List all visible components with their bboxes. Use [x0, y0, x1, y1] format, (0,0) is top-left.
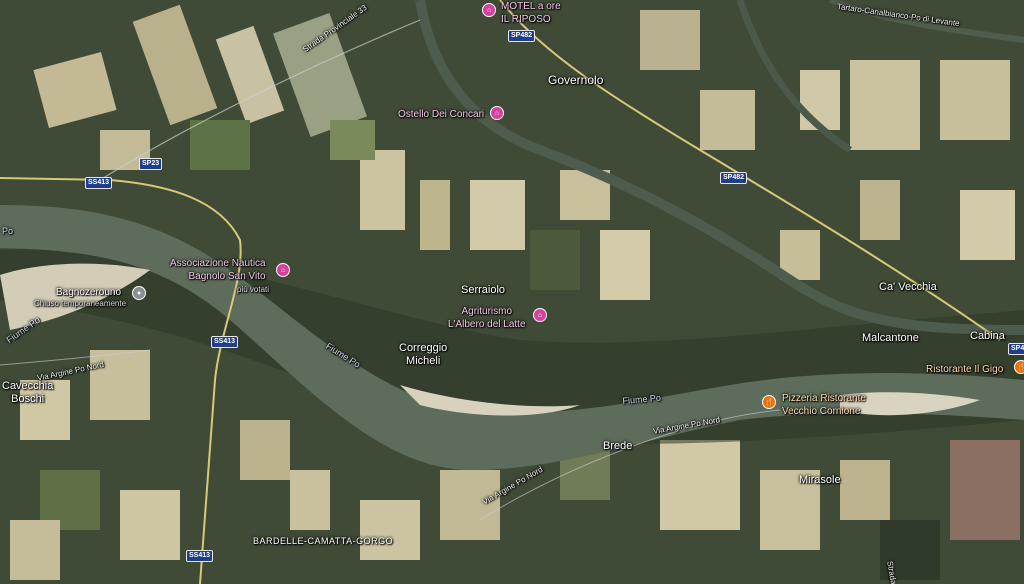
poi-sublabel-bagnozerouno: Chiuso temporaneamente: [34, 299, 127, 308]
place-label-mirasole[interactable]: Mirasole: [799, 474, 841, 487]
place-label-correggio-micheli[interactable]: Correggio Micheli: [399, 342, 447, 368]
road-shield-sp482: SP482: [720, 172, 748, 184]
poi-label-associazione[interactable]: Associazione Nautica Bagnolo San Vito: [170, 257, 266, 283]
place-label-cabina[interactable]: Cabina: [970, 330, 1005, 343]
restaurant-pin-icon[interactable]: 🍴: [1014, 360, 1024, 374]
place-label-malcantone[interactable]: Malcantone: [862, 332, 919, 345]
hotel-pin-icon[interactable]: ⌂: [482, 3, 496, 17]
road-shield-sp23: SP23: [139, 158, 163, 170]
road-shield-ss413: SS413: [211, 336, 239, 348]
road-shield-ss413: SS413: [186, 550, 214, 562]
place-pin-icon[interactable]: ●: [132, 286, 146, 300]
poi-label-motel[interactable]: MOTEL a ore IL RIPOSO: [501, 0, 561, 26]
road-shield-sp482: SP482: [508, 30, 536, 42]
poi-label-ristorante[interactable]: Ristorante Il Gigo: [926, 363, 1003, 376]
hotel-pin-icon[interactable]: ⌂: [276, 263, 290, 277]
place-label-cavecchia-boschi[interactable]: Cavecchia Boschi: [2, 380, 53, 406]
place-label-governolo[interactable]: Governolo: [548, 74, 603, 87]
road-shield-sp48: SP48: [1008, 343, 1024, 355]
poi-sublabel-associazione: più votati: [237, 285, 270, 294]
poi-label-agriturismo[interactable]: Agriturismo L'Albero del Latte: [448, 305, 526, 331]
restaurant-pin-icon[interactable]: 🍴: [762, 395, 776, 409]
road-shield-ss413: SS413: [85, 177, 113, 189]
satellite-map[interactable]: SP482 SP482 SP23 SS413 SS413 SS413 SP48 …: [0, 0, 1024, 584]
poi-label-pizzeria[interactable]: Pizzeria Ristorante Vecchio Cornione: [782, 392, 866, 418]
place-label-bardelle[interactable]: BARDELLE-CAMATTA-GORGO: [253, 535, 393, 548]
satellite-imagery: [0, 0, 1024, 584]
place-label-brede[interactable]: Brede: [603, 440, 632, 453]
water-label-po: Po: [2, 226, 14, 236]
place-label-ca-vecchia[interactable]: Ca' Vecchia: [879, 281, 937, 294]
hotel-pin-icon[interactable]: ⌂: [533, 308, 547, 322]
place-label-serraiolo[interactable]: Serraiolo: [461, 284, 505, 297]
hotel-pin-icon[interactable]: ⌂: [490, 106, 504, 120]
poi-label-ostello[interactable]: Ostello Dei Concari: [398, 108, 484, 121]
